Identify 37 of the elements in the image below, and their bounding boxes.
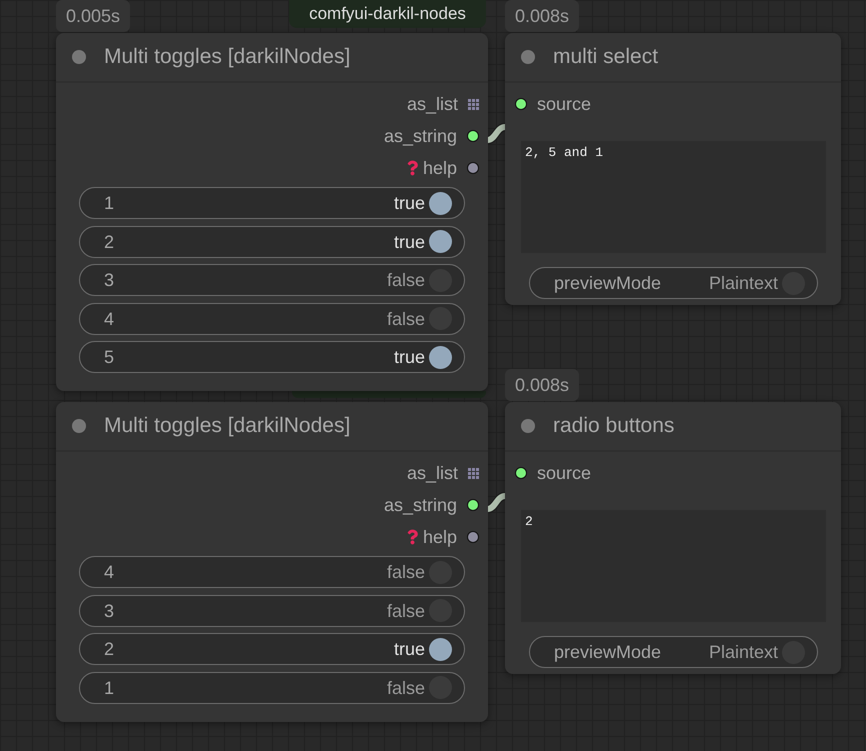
group-title[interactable]: comfyui-darkil-nodes [289, 0, 486, 28]
node-card[interactable]: radio buttons source 2 previewMode Plaintext [505, 402, 841, 674]
timing-badge: 0.008s [505, 0, 580, 32]
preview-mode-widget[interactable]: previewMode Plaintext [529, 636, 818, 668]
output-label: as_list [406, 93, 458, 115]
input-label: source [537, 93, 592, 115]
output-label: as_list [406, 462, 458, 484]
preview-mode-widget[interactable]: previewMode Plaintext [529, 267, 818, 299]
question-mark-icon [406, 160, 418, 176]
toggle-widget[interactable]: 3 false [79, 594, 465, 626]
toggle-widget[interactable]: 1 false [79, 672, 465, 704]
timing-badge: 0.008s [505, 369, 580, 401]
toggle-widget[interactable]: 4 false [79, 556, 465, 588]
input-label: source [537, 462, 592, 484]
output-label: help [422, 526, 457, 548]
toggle-widget[interactable]: 1 true [79, 187, 465, 219]
grid-icon[interactable] [468, 468, 479, 478]
grid-icon[interactable] [468, 98, 479, 110]
node-card[interactable]: Multi toggles [darkilNodes] as_list as_string help 1 true 2 true 3 false 4 false 5 true [56, 33, 488, 391]
preview-text-area[interactable]: 2, 5 and 1 [521, 141, 826, 253]
node-title: radio buttons [553, 413, 674, 439]
node-card[interactable]: Multi toggles [darkilNodes] as_list as_string help 4 false 3 false 2 true 1 false [56, 402, 488, 722]
question-mark-icon [406, 529, 418, 545]
preview-text-area[interactable]: 2 [521, 510, 826, 622]
toggle-widget[interactable]: 5 true [79, 341, 465, 373]
toggle-widget[interactable]: 3 false [79, 264, 465, 296]
node-title: multi select [553, 44, 658, 70]
output-label: as_string [384, 494, 457, 516]
output-label: help [422, 157, 457, 179]
node-card[interactable]: multi select source 2, 5 and 1 previewMode Plaintext [505, 33, 841, 305]
toggle-widget[interactable]: 2 true [79, 633, 465, 665]
toggle-widget[interactable]: 4 false [79, 302, 465, 334]
node-title: Multi toggles [darkilNodes] [104, 44, 350, 70]
output-label: as_string [384, 125, 457, 147]
timing-badge: 0.005s [56, 0, 130, 32]
node-title: Multi toggles [darkilNodes] [104, 413, 350, 439]
toggle-widget[interactable]: 2 true [79, 226, 465, 258]
